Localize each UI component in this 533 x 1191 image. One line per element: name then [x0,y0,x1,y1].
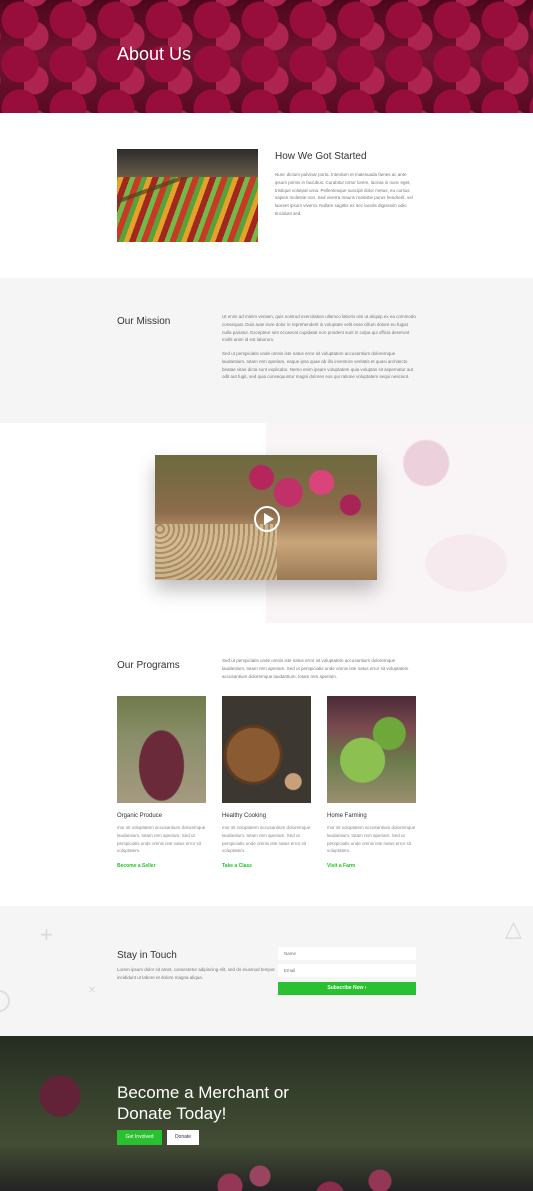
cta-heading: Become a Merchant or Donate Today! [117,1083,289,1123]
program-card-title: Healthy Cooking [222,813,267,819]
cooking-image [222,696,311,803]
cross-icon: × [88,981,97,997]
page-title: About Us [117,44,192,64]
newsletter-heading: Stay in Touch [117,950,177,961]
market-stall-image [117,149,258,242]
program-card-text: mor sit voluptatem accusantium doloremqu… [327,825,416,854]
mission-heading: Our Mission [117,316,171,327]
name-field[interactable] [278,947,416,960]
chevron-right-icon: › [364,985,367,991]
program-card-text: mor sit voluptatem accusantium doloremqu… [222,825,311,854]
programs-heading: Our Programs [117,660,180,671]
subscribe-label: Subscribe Now [327,985,364,991]
farming-image [327,696,416,803]
hero-banner: About Us [0,0,533,113]
beet-image [117,696,206,803]
program-card-title: Home Farming [327,813,367,819]
donate-button[interactable]: Donate [167,1130,199,1145]
started-text: Nunc dictum pulvinar porta. Interdum et … [275,172,413,216]
programs-intro: Sed ut perspiciatis unde omnis iste natu… [222,658,409,679]
become-seller-link[interactable]: Become a Seller [117,863,156,869]
circle-icon [0,990,10,1012]
take-class-link[interactable]: Take a Class [222,863,252,869]
get-involved-button[interactable]: Get Involved [117,1130,162,1145]
program-card-title: Organic Produce [117,813,163,819]
started-heading: How We Got Started [275,151,367,162]
triangle-icon: △ [505,916,522,941]
play-icon[interactable] [254,506,280,532]
mission-text-1: Ut enim ad minim veniam, quis nostrud ex… [222,314,416,343]
plus-icon: + [40,922,53,947]
email-field[interactable] [278,964,416,977]
newsletter-text: Lorem ipsum dolor sit amet, consectetur … [117,967,275,980]
subscribe-button[interactable]: Subscribe Now › [278,982,416,995]
visit-farm-link[interactable]: Visit a Farm [327,863,355,869]
program-card-text: mor sit voluptatem accusantium doloremqu… [117,825,206,854]
mission-text-2: Sed ut perspiciatis unde omnis iste natu… [222,351,414,380]
